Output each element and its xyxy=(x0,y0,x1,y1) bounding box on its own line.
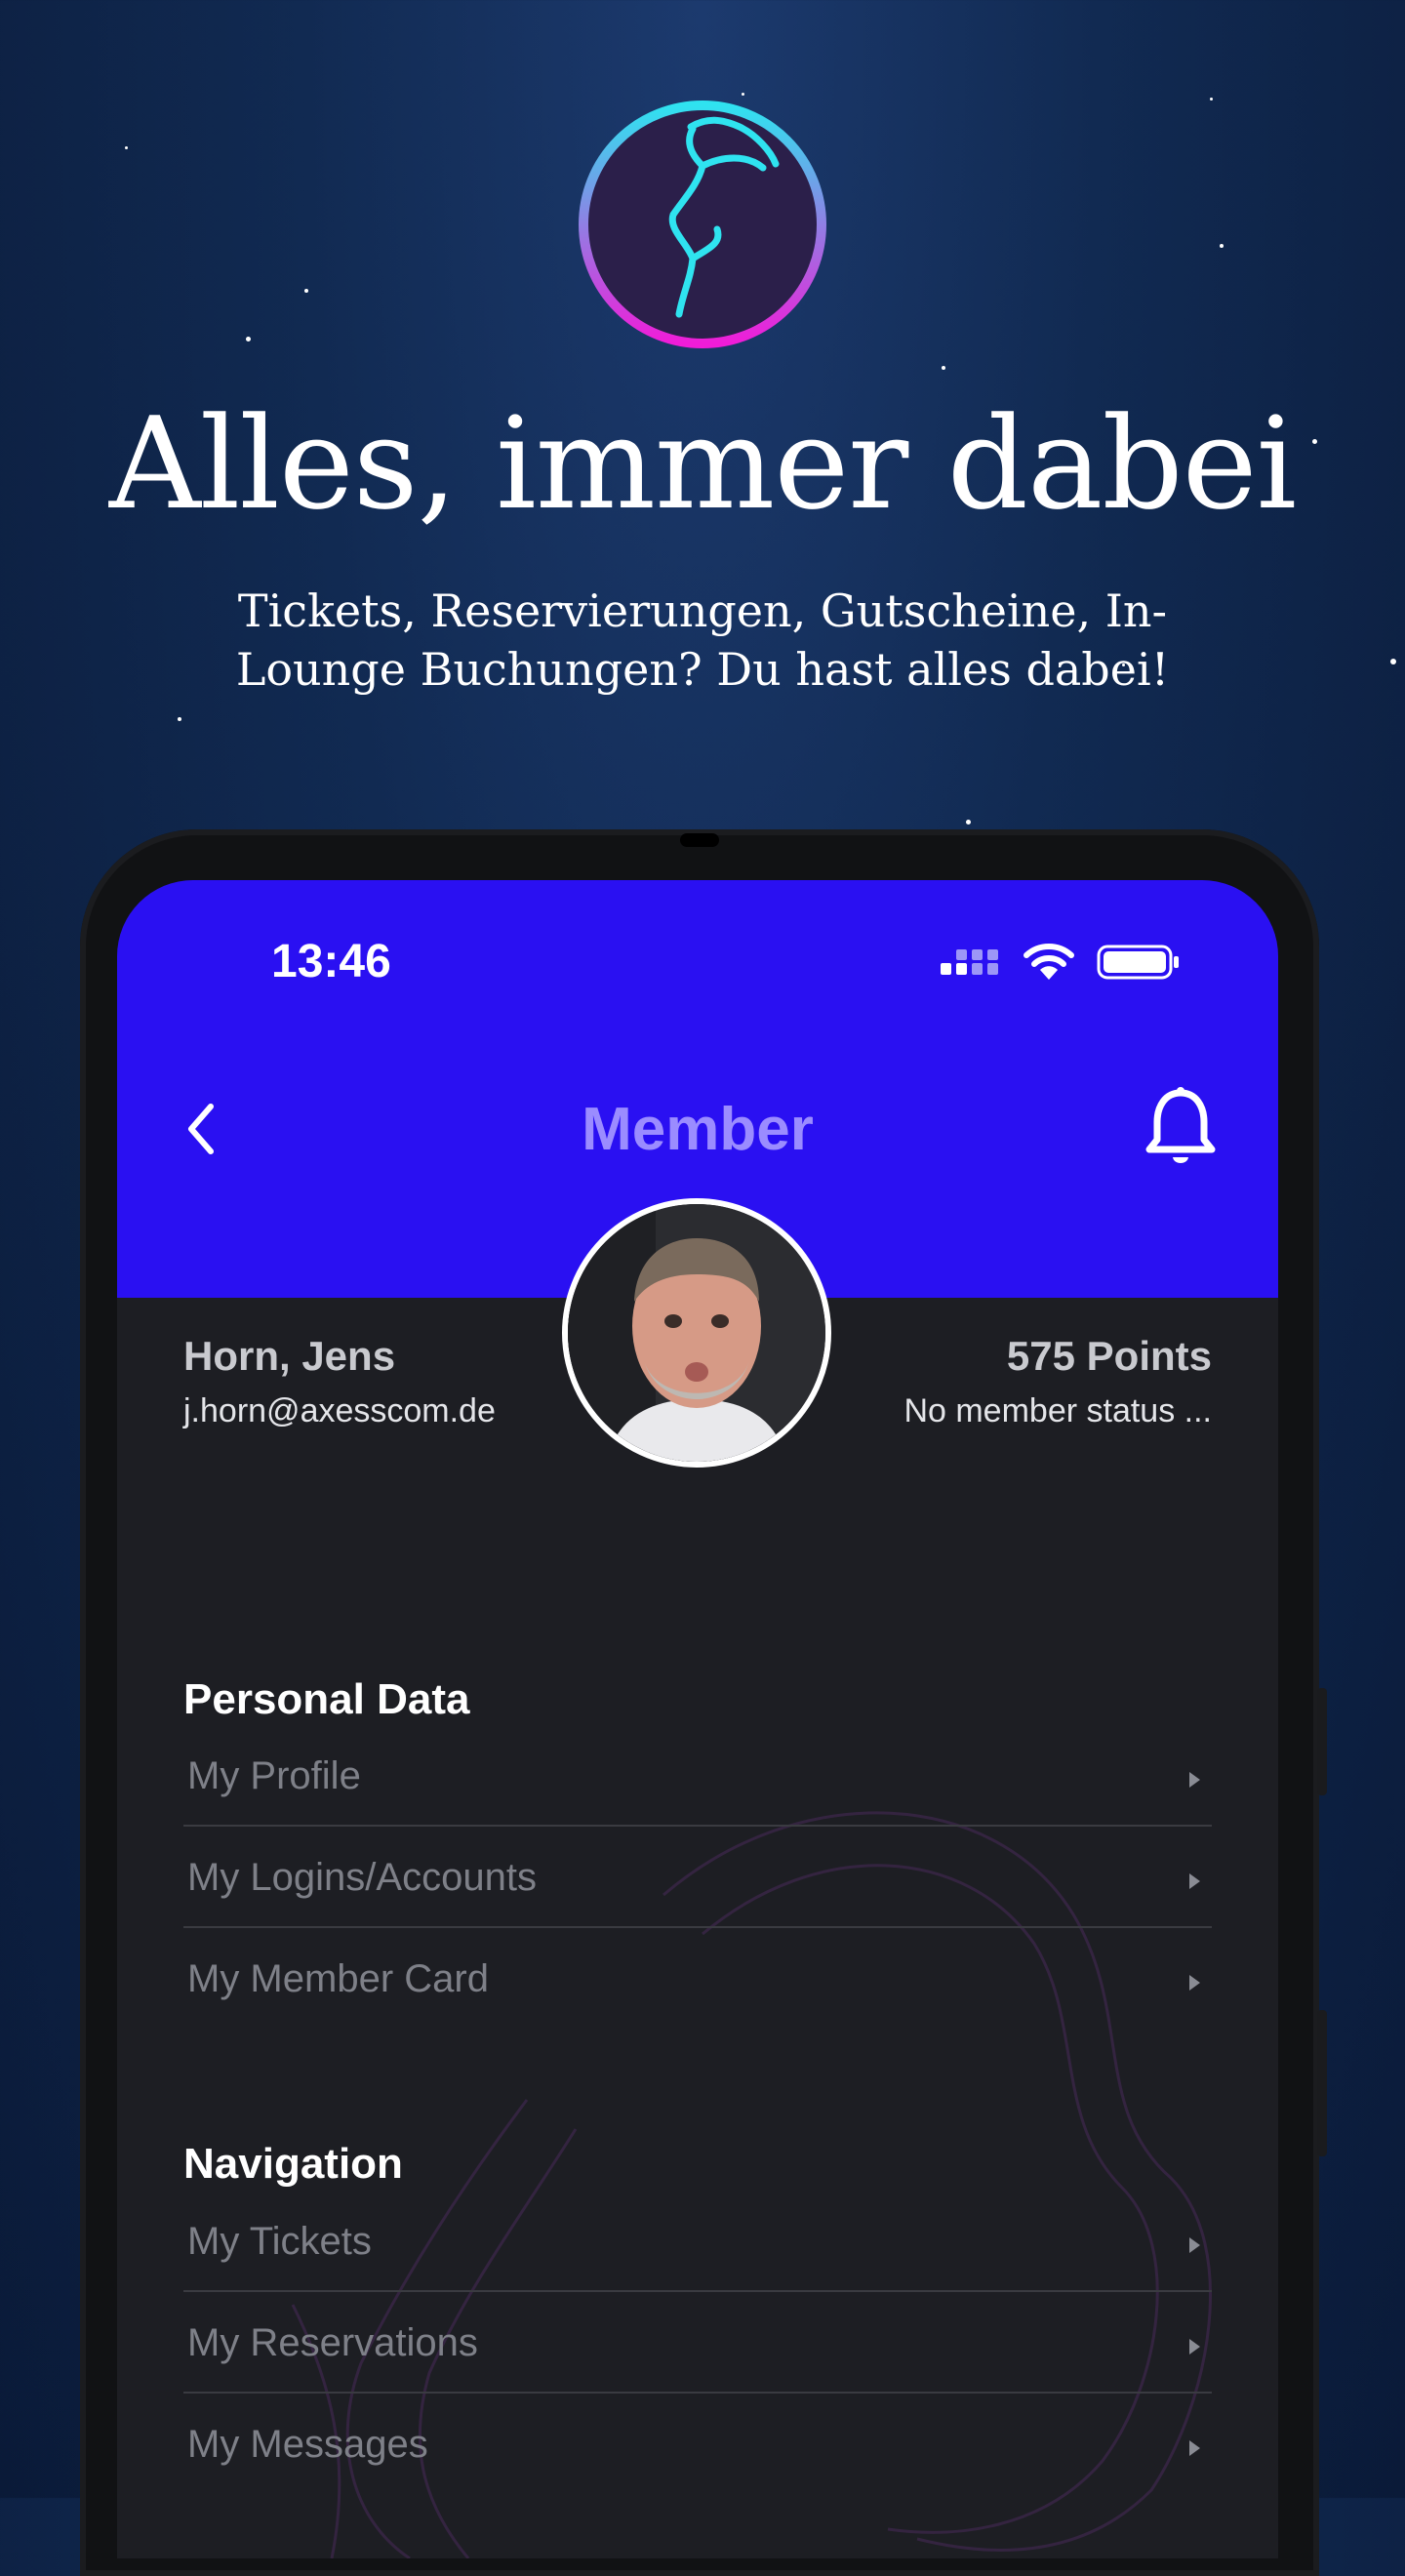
member-points: 575 Points xyxy=(1006,1333,1212,1379)
wifi-icon xyxy=(1024,944,1074,980)
caret-right-icon xyxy=(1189,2339,1200,2355)
side-button xyxy=(1317,1688,1327,1795)
caret-right-icon xyxy=(1189,1975,1200,1991)
phone-frame: 13:46 Member Horn, Jens j.horn@axesscom.… xyxy=(80,829,1327,2576)
status-icons xyxy=(941,941,1181,984)
star xyxy=(1210,98,1213,101)
caret-right-icon xyxy=(1189,1873,1200,1889)
star xyxy=(1220,244,1224,248)
member-email: j.horn@axesscom.de xyxy=(183,1392,496,1429)
page-title: Member xyxy=(582,1096,814,1163)
star xyxy=(246,337,251,342)
star xyxy=(1390,659,1396,664)
avatar[interactable] xyxy=(562,1198,831,1468)
section-title-navigation: Navigation xyxy=(183,2140,403,2188)
caret-right-icon xyxy=(1189,1772,1200,1788)
app-screen: 13:46 Member Horn, Jens j.horn@axesscom.… xyxy=(117,880,1278,2558)
section-title-personal-data: Personal Data xyxy=(183,1675,470,1723)
hero-section: Alles, immer dabei Tickets, Reservierung… xyxy=(0,0,1405,825)
menu-item-label: My Profile xyxy=(187,1754,361,1797)
caret-right-icon xyxy=(1189,2440,1200,2456)
member-name: Horn, Jens xyxy=(183,1333,396,1379)
bell-icon xyxy=(1145,1087,1216,1163)
subline: Tickets, Reservierungen, Gutscheine, In-… xyxy=(235,584,1170,696)
notifications-button[interactable] xyxy=(1142,1085,1220,1173)
star xyxy=(304,289,308,293)
menu-item-label: My Tickets xyxy=(187,2220,372,2263)
caret-right-icon xyxy=(1189,2237,1200,2253)
side-button xyxy=(1317,2010,1327,2156)
star xyxy=(742,93,744,96)
member-status: No member status ... xyxy=(903,1392,1212,1429)
star xyxy=(125,146,128,149)
headline: Alles, immer dabei xyxy=(108,389,1297,538)
menu-item-my-member-card[interactable]: My Member Card xyxy=(183,1930,1212,2030)
star xyxy=(966,820,971,825)
menu-item-my-logins-accounts[interactable]: My Logins/Accounts xyxy=(183,1829,1212,1928)
menu-item-my-tickets[interactable]: My Tickets xyxy=(183,2193,1212,2292)
status-time: 13:46 xyxy=(271,936,391,987)
menu-item-label: My Member Card xyxy=(187,1957,489,2000)
dancer-logo-icon xyxy=(576,98,829,351)
camera-notch xyxy=(680,833,719,847)
menu-item-my-reservations[interactable]: My Reservations xyxy=(183,2294,1212,2394)
battery-icon xyxy=(1097,945,1179,980)
menu-item-my-messages[interactable]: My Messages xyxy=(183,2395,1212,2495)
star xyxy=(942,366,945,370)
menu-item-label: My Logins/Accounts xyxy=(187,1856,537,1899)
menu-item-label: My Messages xyxy=(187,2423,428,2466)
menu-item-my-profile[interactable]: My Profile xyxy=(183,1727,1212,1827)
star xyxy=(178,717,181,721)
menu-item-label: My Reservations xyxy=(187,2321,478,2364)
signal-icon xyxy=(941,949,998,975)
avatar-photo xyxy=(568,1204,825,1462)
